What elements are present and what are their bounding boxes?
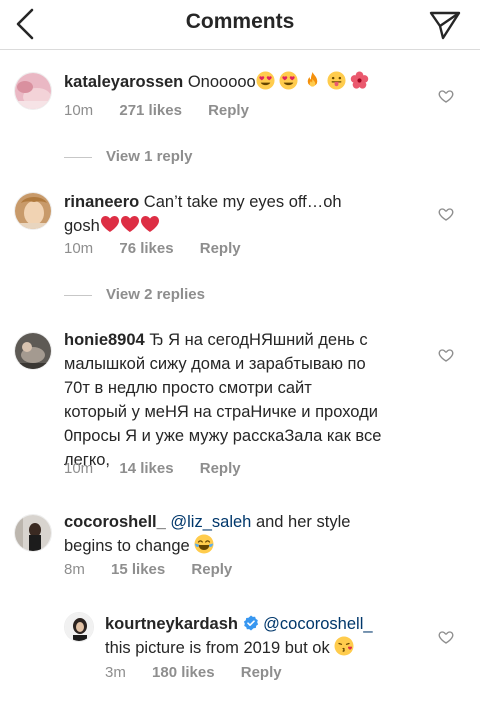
comment-username[interactable]: kataleyarossen <box>64 73 183 91</box>
reply-button[interactable]: Reply <box>200 240 241 257</box>
comment-text: rinaneero Can’t take my eyes off…oh gosh <box>64 190 424 238</box>
comment-text: cocoroshell_ @liz_saleh and her style be… <box>64 510 424 558</box>
like-heart-icon[interactable] <box>438 629 454 645</box>
hibiscus-emoji <box>350 71 369 90</box>
comment-text: honie8904 Ђ Я на сегодНЯшний день с малы… <box>64 328 434 472</box>
comment-body-continued: begins to change <box>64 537 190 555</box>
comment-text: kourtneykardash @cocoroshell_ this pictu… <box>105 612 425 660</box>
heart-eyes-emoji <box>256 71 275 90</box>
reply-button[interactable]: Reply <box>208 102 249 119</box>
mention-link[interactable]: @cocoroshell_ <box>263 615 372 633</box>
comment-meta: 3m 180 likes Reply <box>105 664 304 681</box>
like-heart-icon[interactable] <box>438 206 454 222</box>
like-heart-icon[interactable] <box>438 88 454 104</box>
comment-meta: 8m 15 likes Reply <box>64 561 254 578</box>
comment-timestamp: 10m <box>64 102 94 119</box>
comment-meta: 10m 271 likes Reply <box>64 102 271 119</box>
mention-link[interactable]: @liz_saleh <box>170 513 251 531</box>
direct-send-icon[interactable] <box>428 8 462 42</box>
likes-count[interactable]: 271 likes <box>119 102 182 119</box>
comment-timestamp: 10m <box>64 460 94 477</box>
comment-body-line: 70т в недлю просто смотри сайт <box>64 379 312 397</box>
comment-body-continued: gosh <box>64 217 100 235</box>
red-heart-emoji <box>140 214 160 234</box>
red-heart-emoji <box>120 214 140 234</box>
comment-username[interactable]: honie8904 <box>64 331 145 349</box>
divider-line <box>64 294 92 296</box>
avatar[interactable] <box>14 192 52 230</box>
comment-body: this picture is from 2019 but ok <box>105 639 330 657</box>
comment-body: and her style <box>255 513 351 531</box>
likes-count[interactable]: 180 likes <box>152 664 215 681</box>
comment-meta: 10m 14 likes Reply <box>64 460 263 477</box>
reply-button[interactable]: Reply <box>241 664 282 681</box>
comment-username[interactable]: rinaneero <box>64 193 139 211</box>
comment-timestamp: 8m <box>64 561 85 578</box>
likes-count[interactable]: 14 likes <box>119 460 173 477</box>
page-title: Comments <box>185 10 295 33</box>
likes-count[interactable]: 15 likes <box>111 561 165 578</box>
view-replies-label: View 2 replies <box>106 286 205 303</box>
comment-username[interactable]: kourtneykardash <box>105 615 238 633</box>
divider-line <box>64 156 92 158</box>
reply-button[interactable]: Reply <box>191 561 232 578</box>
red-heart-emoji <box>100 214 120 234</box>
reply-button[interactable]: Reply <box>200 460 241 477</box>
heart-eyes-emoji <box>279 71 298 90</box>
comment-text: kataleyarossen Onooooo <box>64 70 424 94</box>
fire-emoji <box>303 71 322 90</box>
likes-count[interactable]: 76 likes <box>119 240 173 257</box>
view-replies-button[interactable]: View 1 reply <box>64 148 192 165</box>
view-replies-button[interactable]: View 2 replies <box>64 286 205 303</box>
verified-badge-icon <box>243 615 258 631</box>
avatar[interactable] <box>14 514 52 552</box>
avatar[interactable] <box>14 332 52 370</box>
kissing-heart-emoji <box>334 636 354 656</box>
like-heart-icon[interactable] <box>438 347 454 363</box>
avatar[interactable] <box>14 72 52 110</box>
comment-meta: 10m 76 likes Reply <box>64 240 263 257</box>
comment-timestamp: 3m <box>105 664 126 681</box>
comment-body-line: который у меНЯ на страНичке и проходи <box>64 403 378 421</box>
avatar[interactable] <box>64 612 94 642</box>
comment-body: Can’t take my eyes off…oh <box>143 193 342 211</box>
comment-username[interactable]: cocoroshell_ <box>64 513 166 531</box>
comment-body-line: 0просы Я и уже мужу расскаЗала как все <box>64 427 382 445</box>
view-replies-label: View 1 reply <box>106 148 193 165</box>
top-navigation-bar: Comments <box>0 0 480 50</box>
comment-body-line: Ђ Я на сегодНЯшний день с <box>149 331 368 349</box>
comment-timestamp: 10m <box>64 240 94 257</box>
tears-of-joy-emoji <box>194 534 214 554</box>
comment-body: Onooooo <box>187 73 256 91</box>
tongue-face-emoji <box>327 71 346 90</box>
comment-body-line: малышкой сижу дома и зарабтываю по <box>64 355 366 373</box>
